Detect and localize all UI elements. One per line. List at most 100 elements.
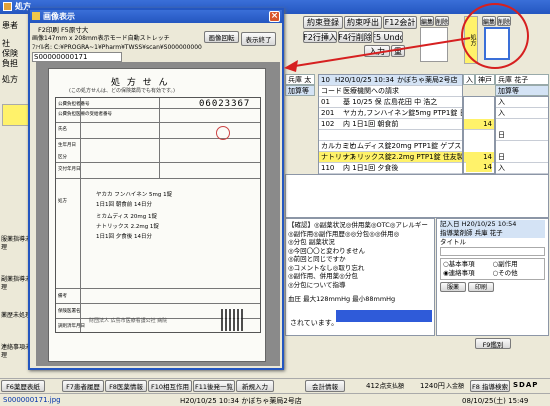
insert-row-button[interactable]: F2行挿入 [303, 31, 337, 43]
guidance-date: 記入日 H20/10/25 10:54 [440, 220, 545, 229]
right-patient-area: 神戸 [475, 74, 495, 85]
dup-button[interactable]: 重 [391, 45, 405, 57]
viewer-icon [32, 12, 40, 20]
order-drug: 内 1日1回 夕食後 [343, 164, 399, 172]
note-line: ◎コメントなし◎取り忘れ [288, 263, 365, 272]
yen-label: 入金額 [446, 383, 465, 390]
note-highlight-bar [336, 309, 432, 322]
guidance-medication-button[interactable]: 服薬 [440, 282, 466, 292]
order-row[interactable] [319, 130, 462, 141]
paper-line [56, 178, 260, 179]
status-bar: S000000171.jpg H20/10/25 10:34 かぼちゃ薬局2号店… [0, 393, 550, 406]
note-line: ◎分包 副薬状況 [288, 238, 335, 246]
guidance-search-button[interactable]: F8 指導検索 [470, 380, 510, 392]
thumb-delete-left[interactable]: 削除 [435, 16, 449, 26]
paper-line [56, 122, 260, 123]
order-no: 10 [321, 76, 330, 84]
undo-button[interactable]: F5 Undo [373, 31, 403, 43]
paper-rx-line: ナトリックス 2.2mg 1錠 [96, 224, 159, 230]
detail-row: 入 [496, 163, 548, 174]
left-label-patient: 患者 [2, 21, 18, 30]
option-other[interactable]: ○その他 [493, 269, 543, 278]
order-drug: ヤカカ,フンハイネン錠5mg PTP1錠 日本薬品 [343, 109, 462, 117]
guidance-pharmacist: 指導薬剤師 兵庫 花子 [440, 229, 545, 238]
order-row-selected[interactable]: ナトリッス ナトリックス錠2.2mg PTP1錠 住友製薬 [319, 152, 462, 163]
thumb-edit-left[interactable]: 編集 [420, 16, 434, 26]
order-row[interactable]: 102 内 1日1回 朝食前 [319, 119, 462, 130]
patient-history-button[interactable]: F7患者履歴 [62, 380, 104, 392]
detail-row: 日 [496, 130, 548, 141]
history-cover-button[interactable]: F6薬歴表紙 [1, 380, 45, 392]
order-row[interactable]: 01 基 10/25 保 広島花田 中 浩之 [319, 97, 462, 108]
paper-row-label: 保険医署名 [58, 309, 81, 314]
interaction-button[interactable]: F10相互作用 [148, 380, 192, 392]
preset-register-button[interactable]: 約束登録 [303, 16, 343, 29]
order-row[interactable]: 110 内 1日1回 夕食後 [319, 163, 462, 174]
paper-line [56, 138, 260, 139]
paper-row-label: 氏名 [58, 127, 67, 132]
paper-row-label: 備考 [58, 294, 67, 299]
right-detail-grid: 入 入 日 日 入 [495, 96, 549, 174]
new-entry-button[interactable]: 新規入力 [236, 380, 274, 392]
paper-rx-line: ヤカカ フンハイネン 5mg 1錠 [96, 192, 173, 198]
image-viewer-window[interactable]: 画像表示 × F2印刷 F5原寸大 画像147mm x 208mm表示モード自動… [28, 8, 284, 370]
paper-line [56, 288, 260, 289]
billing-info-button[interactable]: 会計情報 [305, 380, 345, 392]
thumbnail-left[interactable] [420, 27, 448, 62]
guidance-title-input[interactable] [440, 247, 545, 256]
paper-row-label: 公費負担者番号 [58, 102, 90, 107]
close-icon[interactable]: × [269, 11, 280, 22]
option-contact[interactable]: ◉連絡事項 [443, 269, 493, 278]
delete-row-button[interactable]: F4行削除 [338, 31, 372, 43]
note-bp: 血圧 最大128mmHg 最小88mmHg [288, 295, 396, 303]
paper-rx-line: ミカムディス 20mg 1錠 [96, 214, 157, 220]
order-drug: 内 1日1回 朝食前 [343, 120, 399, 128]
prescription-paper: 処 方 せ ん (この処方せんは、どの保険薬局でも有効です。) 06023367… [48, 68, 266, 362]
tools-icons[interactable]: SDAP [513, 381, 538, 389]
option-side-effect[interactable]: ○副作用 [493, 260, 543, 269]
checkout-f12-button[interactable]: F12会計 [383, 16, 417, 29]
note-line: ◎副作用◎副作用歴◎◎分包◎◎併用◎ [288, 229, 400, 238]
f9-identify-button[interactable]: F9鑑別 [475, 338, 511, 349]
order-row[interactable]: コード 医療機関への請求 [319, 86, 462, 97]
input-button[interactable]: 入力 [364, 45, 390, 57]
order-drug: ミカムディス錠20mg PTP1錠 ゲプスタラ製 [343, 142, 462, 150]
left-label-rx: 処方 [2, 75, 18, 84]
viewer-image-id: S00000000171 [32, 52, 122, 62]
note-line: 【確認】◎副薬状況◎併用薬◎OTC◎アレルギー [288, 221, 428, 229]
order-row[interactable]: 201 ヤカカ,フンハイネン錠5mg PTP1錠 日本薬品 [319, 108, 462, 119]
option-label: 基本事項 [448, 260, 475, 268]
paper-row-label: 処方 [58, 199, 67, 204]
points-value: 412点 [366, 382, 387, 390]
preset-call-button[interactable]: 約束呼出 [344, 16, 382, 29]
paper-qr-code [221, 309, 243, 331]
rotate-image-button[interactable]: 画像回転 [204, 31, 239, 43]
viewer-size-info: 画像147mm x 208mm表示モード自動ストレッチ [32, 35, 170, 42]
paper-row-label: 生年月日 [58, 143, 76, 148]
option-basic[interactable]: ○基本事項 [443, 260, 493, 269]
detail-row: 日 [496, 152, 548, 163]
option-label: 連絡事項 [448, 269, 475, 277]
days-cell: 14 [464, 119, 494, 130]
app-icon [3, 2, 12, 11]
days-col-extra: 14 [466, 162, 492, 172]
drug-info-button[interactable]: F8医薬情報 [105, 380, 147, 392]
guidance-print-button[interactable]: 印刷 [468, 282, 494, 292]
paper-line [56, 162, 260, 163]
right-patient-name: 兵庫 花子 [495, 74, 549, 85]
end-display-button[interactable]: 表示終了 [241, 32, 276, 46]
paper-line [56, 303, 260, 304]
order-grid[interactable]: 10 H20/10/25 10:34 かぼちゃ薬局2号店 コード 医療機関への請求… [318, 74, 463, 174]
paper-rx-line: 1日1回 夕食後 14日分 [96, 234, 152, 240]
viewer-file-path: ﾌｧｲﾙ名: C:¥PROGRA~1¥Pharm¥TWSS¥scan¥S0000… [32, 44, 202, 51]
note-tail: されています。 [290, 319, 339, 327]
order-code: コード [321, 87, 342, 95]
paper-vline [159, 98, 160, 178]
guidance-options: ○基本事項 ○副作用 ◉連絡事項 ○その他 [440, 258, 545, 280]
order-header: 10 H20/10/25 10:34 かぼちゃ薬局2号店 [319, 75, 462, 86]
patient-name-left: 兵庫 太 [285, 74, 315, 85]
order-row[interactable]: カルカミヒミカムディス錠20mg PTP1錠 ゲプスタラ製 [319, 141, 462, 152]
generic-list-button[interactable]: F11後発一覧 [193, 380, 235, 392]
left-label-burden: 負担 [2, 59, 18, 68]
order-drug: ナトリックス錠2.2mg PTP1錠 住友製薬 [343, 153, 462, 161]
